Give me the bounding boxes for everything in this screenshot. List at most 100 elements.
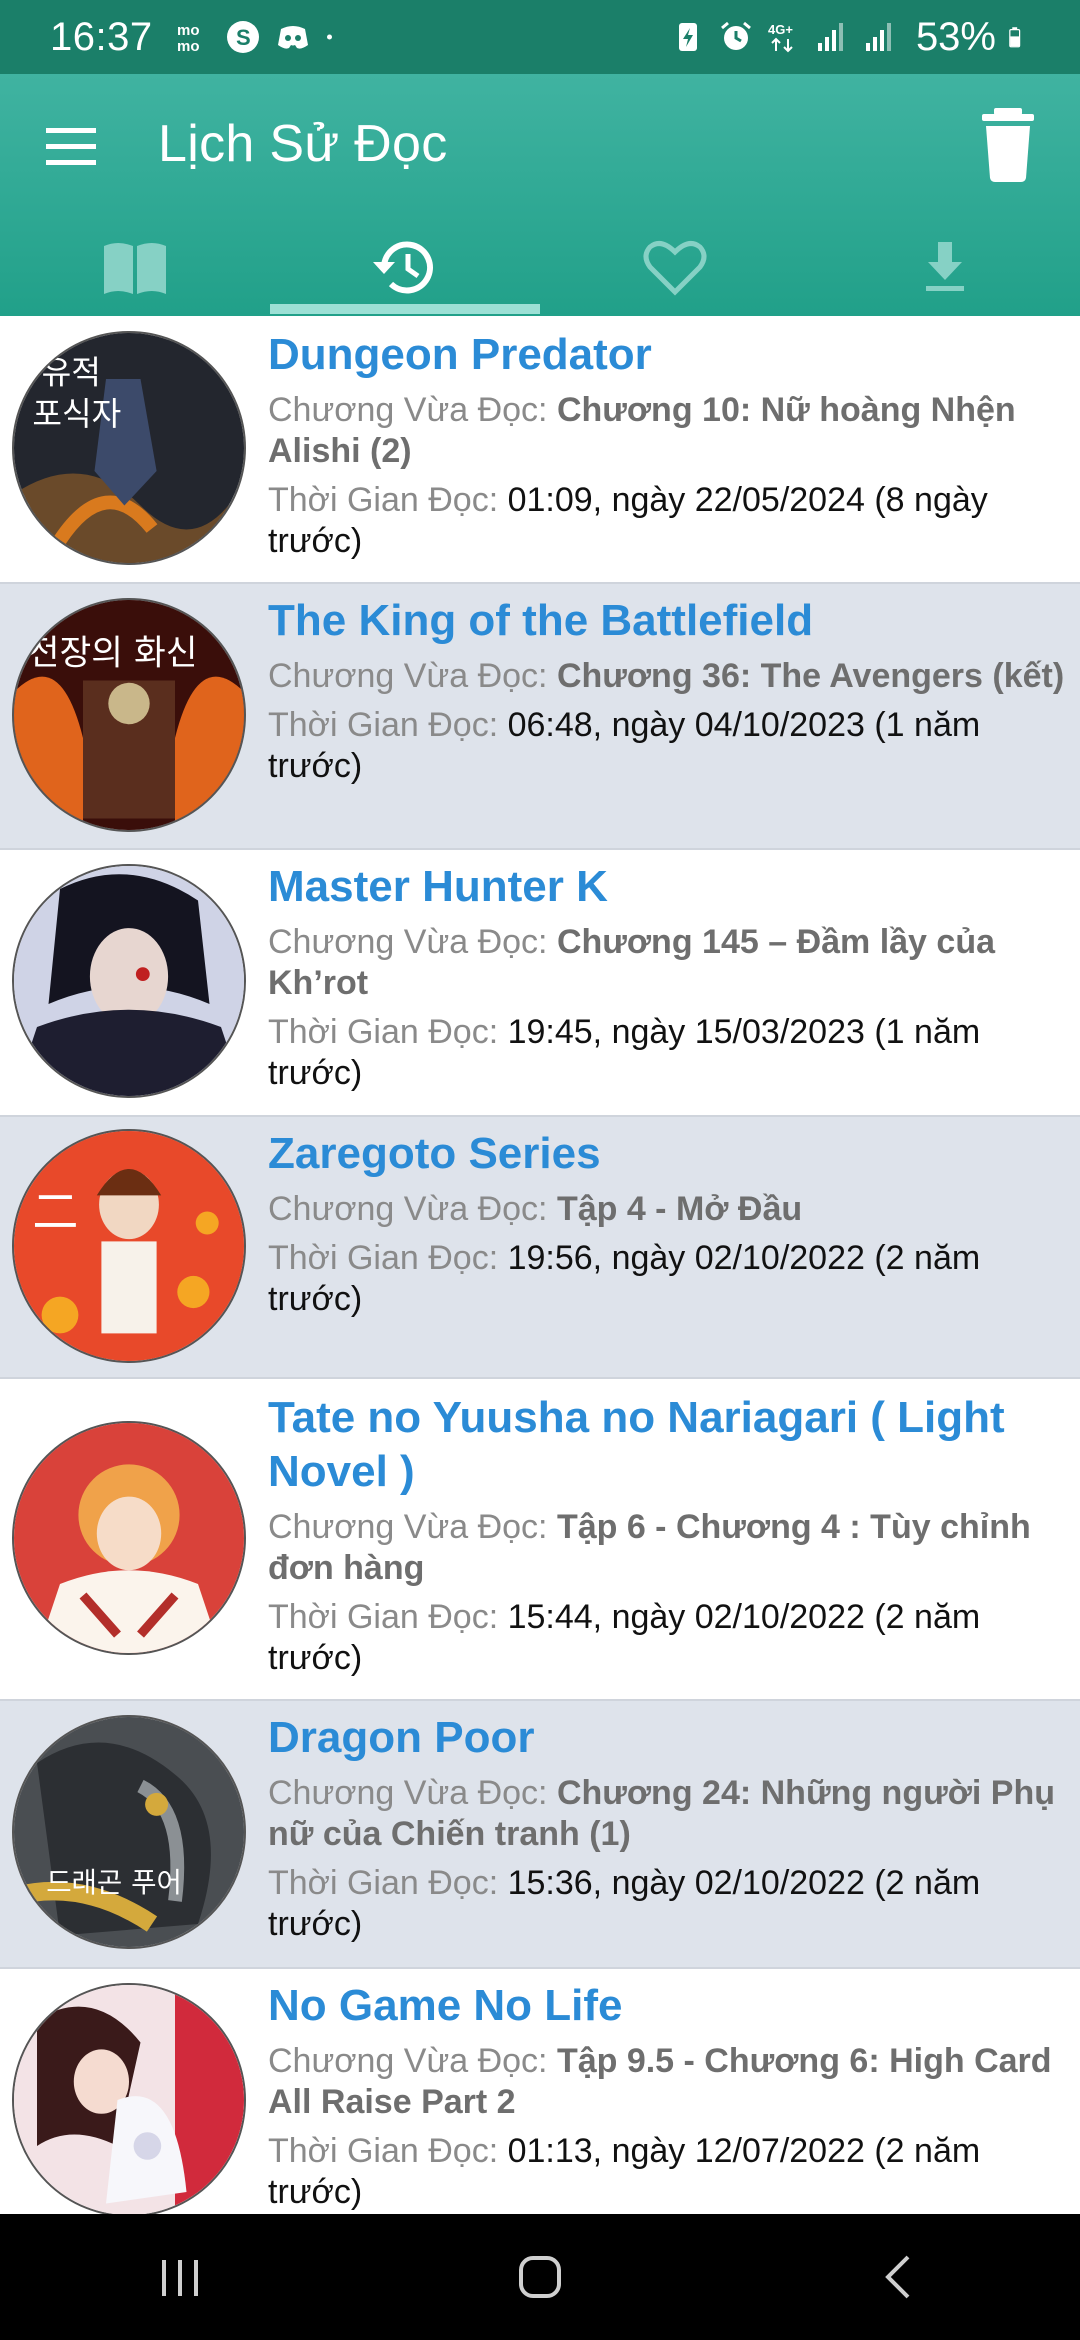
battery-icon (1009, 27, 1021, 48)
svg-text:드래곤 푸어: 드래곤 푸어 (46, 1866, 182, 1899)
item-info: The King of the Battlefield Chương Vừa Đ… (268, 594, 1072, 787)
list-item[interactable]: 유적 포식자 Dungeon Predator Chương Vừa Đọc: … (0, 316, 1080, 584)
download-icon (926, 242, 964, 291)
item-chapter: Chương Vừa Đọc: Chương 10: Nữ hoàng Nhện… (268, 390, 1072, 472)
item-chapter: Chương Vừa Đọc: Tập 6 - Chương 4 : Tùy c… (268, 1507, 1072, 1589)
battery-saver-icon (678, 23, 697, 51)
list-item[interactable]: Tate no Yuusha no Nariagari ( Light Nove… (0, 1379, 1080, 1701)
list-item[interactable]: 전장의 화신 The King of the Battlefield Chươn… (0, 584, 1080, 850)
cover-image (12, 1983, 246, 2217)
app-bar: Lịch Sử Đọc (0, 74, 1080, 316)
home-icon (519, 2256, 561, 2298)
svg-text:mo: mo (177, 22, 200, 39)
time-label: Thời Gian Đọc: (268, 2132, 508, 2170)
tab-library[interactable] (0, 218, 270, 316)
svg-text:二: 二 (32, 1185, 78, 1239)
page-title: Lịch Sử Đọc (158, 115, 448, 173)
item-info: No Game No Life Chương Vừa Đọc: Tập 9.5 … (268, 1979, 1072, 2213)
chapter-value: Chương 36: The Avengers (kết) (556, 657, 1065, 695)
item-time: Thời Gian Đọc: 19:56, ngày 02/10/2022 (2… (268, 1238, 1072, 1320)
item-chapter: Chương Vừa Đọc: Chương 24: Những người P… (268, 1773, 1072, 1855)
back-button[interactable] (840, 2237, 960, 2317)
cover-image: 드래곤 푸어 (12, 1715, 246, 1949)
shazam-icon: S (226, 21, 259, 53)
item-info: Master Hunter K Chương Vừa Đọc: Chương 1… (268, 860, 1072, 1094)
back-icon (885, 2255, 910, 2299)
home-button[interactable] (480, 2237, 600, 2317)
chapter-label: Chương Vừa Đọc: (268, 1190, 557, 1228)
item-chapter: Chương Vừa Đọc: Chương 145 – Đầm lầy của… (268, 922, 1072, 1004)
signal-icon (865, 23, 891, 51)
item-chapter: Chương Vừa Đọc: Tập 9.5 - Chương 6: High… (268, 2041, 1072, 2123)
tab-bar (0, 218, 1080, 316)
item-title: Dragon Poor (268, 1713, 535, 1762)
status-time: 16:37 (50, 14, 153, 59)
item-info: Zaregoto Series Chương Vừa Đọc: Tập 4 - … (268, 1127, 1072, 1320)
tab-downloads[interactable] (810, 218, 1080, 316)
svg-text:유적: 유적 (42, 354, 101, 392)
history-icon (373, 241, 433, 294)
list-item[interactable]: 드래곤 푸어 Dragon Poor Chương Vừa Đọc: Chươn… (0, 1701, 1080, 1969)
momo-icon: mo mo (177, 22, 200, 55)
4g-icon: 4G+ (768, 22, 793, 53)
time-label: Thời Gian Đọc: (268, 1239, 508, 1277)
heart-icon (643, 240, 707, 296)
svg-text:전장의 화신: 전장의 화신 (28, 633, 198, 673)
item-title: Dungeon Predator (268, 330, 652, 379)
svg-text:포식자: 포식자 (32, 395, 121, 433)
dot-icon (326, 34, 332, 40)
status-bar: 16:37 mo mo S 4G+ 53% (0, 0, 1080, 74)
chapter-label: Chương Vừa Đọc: (268, 2042, 557, 2080)
hamburger-menu-icon[interactable] (40, 114, 106, 180)
item-chapter: Chương Vừa Đọc: Tập 4 - Mở Đầu (268, 1189, 1072, 1230)
chapter-label: Chương Vừa Đọc: (268, 657, 557, 695)
chapter-label: Chương Vừa Đọc: (268, 1508, 557, 1546)
svg-text:mo: mo (177, 38, 200, 55)
item-time: Thời Gian Đọc: 15:36, ngày 02/10/2022 (2… (268, 1863, 1072, 1945)
svg-text:4G+: 4G+ (768, 22, 793, 37)
item-info: Dungeon Predator Chương Vừa Đọc: Chương … (268, 328, 1072, 562)
tab-history[interactable] (270, 218, 540, 316)
item-time: Thời Gian Đọc: 01:13, ngày 12/07/2022 (2… (268, 2131, 1072, 2213)
cover-image: 유적 포식자 (12, 331, 246, 565)
item-info: Tate no Yuusha no Nariagari ( Light Nove… (268, 1391, 1072, 1679)
time-label: Thời Gian Đọc: (268, 1013, 508, 1051)
item-title: Master Hunter K (268, 862, 608, 911)
cover-image (12, 1421, 246, 1655)
signal-icon (817, 23, 843, 51)
time-label: Thời Gian Đọc: (268, 1598, 508, 1636)
item-info: Dragon Poor Chương Vừa Đọc: Chương 24: N… (268, 1711, 1072, 1945)
system-nav-bar (0, 2214, 1080, 2340)
battery-level: 53% (915, 14, 996, 59)
chapter-label: Chương Vừa Đọc: (268, 1774, 557, 1812)
recent-apps-button[interactable] (120, 2237, 240, 2317)
item-title: Zaregoto Series (268, 1129, 601, 1178)
item-time: Thời Gian Đọc: 06:48, ngày 04/10/2023 (1… (268, 705, 1072, 787)
alarm-icon (720, 21, 751, 50)
item-time: Thời Gian Đọc: 01:09, ngày 22/05/2024 (8… (268, 480, 1072, 562)
active-tab-indicator (270, 304, 540, 314)
cover-image: 전장의 화신 (12, 598, 246, 832)
item-time: Thời Gian Đọc: 15:44, ngày 02/10/2022 (2… (268, 1597, 1072, 1679)
time-label: Thời Gian Đọc: (268, 481, 508, 519)
item-title: Tate no Yuusha no Nariagari ( Light Nove… (268, 1393, 1005, 1496)
svg-text:S: S (236, 25, 251, 50)
chapter-value: Tập 4 - Mở Đầu (556, 1190, 803, 1228)
cover-image: 二 (12, 1129, 246, 1363)
item-title: The King of the Battlefield (268, 596, 814, 645)
list-item[interactable]: Master Hunter K Chương Vừa Đọc: Chương 1… (0, 850, 1080, 1117)
tab-favorites[interactable] (540, 218, 810, 316)
cover-image (12, 864, 246, 1098)
chapter-label: Chương Vừa Đọc: (268, 391, 557, 429)
trash-icon[interactable] (978, 104, 1038, 184)
item-time: Thời Gian Đọc: 19:45, ngày 15/03/2023 (1… (268, 1012, 1072, 1094)
time-label: Thời Gian Đọc: (268, 1864, 508, 1902)
list-item[interactable]: No Game No Life Chương Vừa Đọc: Tập 9.5 … (0, 1969, 1080, 2237)
recent-apps-icon (162, 2260, 198, 2296)
discord-icon (277, 26, 308, 49)
list-item[interactable]: 二 Zaregoto Series Chương Vừa Đọc: Tập 4 … (0, 1117, 1080, 1379)
item-title: No Game No Life (268, 1981, 623, 2030)
time-label: Thời Gian Đọc: (268, 706, 508, 744)
chapter-label: Chương Vừa Đọc: (268, 923, 557, 961)
book-icon (104, 243, 166, 294)
